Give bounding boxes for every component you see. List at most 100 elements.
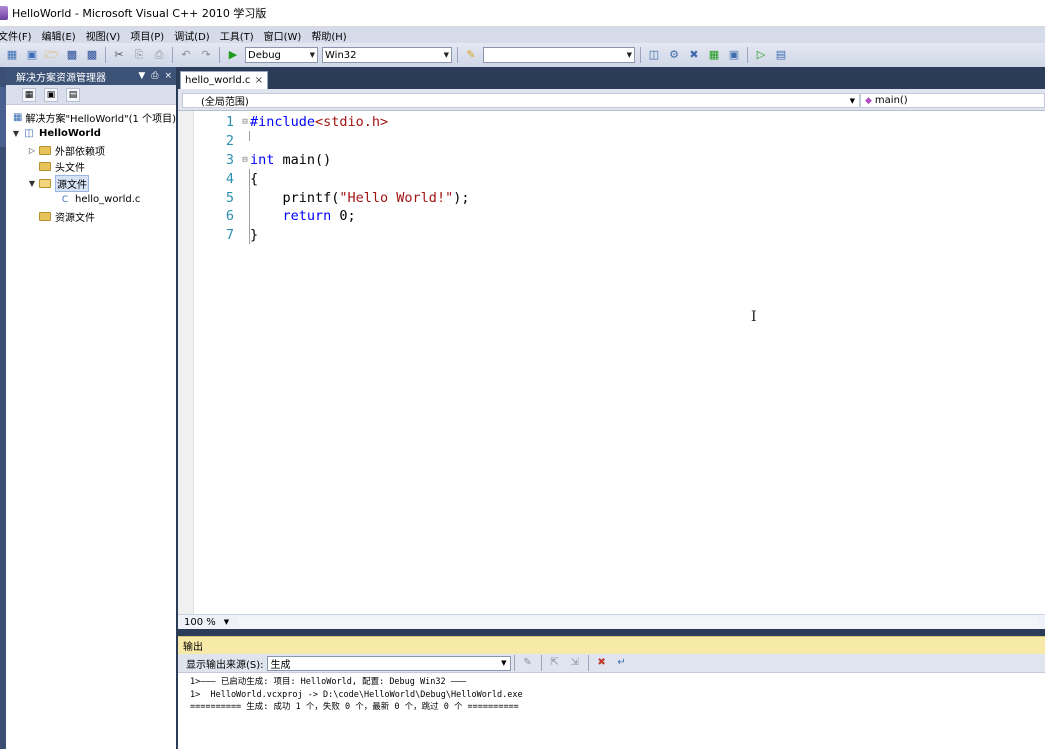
solution-explorer-panel: 解决方案资源管理器 ▼ ⎙ × ▦ ▣ ▤ ▦ 解决方案"HelloWorld"…: [6, 67, 178, 749]
menu-file[interactable]: 文件(F): [0, 28, 38, 43]
code-line: 2: [194, 132, 469, 151]
code-text: {: [250, 170, 259, 187]
tree-item-resource-files[interactable]: 资源文件: [6, 208, 176, 225]
copy-icon[interactable]: ⎘: [131, 47, 147, 63]
output-source-select[interactable]: 生成 ▼: [266, 655, 511, 671]
tree-item-header-files[interactable]: 头文件: [6, 159, 176, 176]
output-panel: 输出 显示输出来源(S): 生成 ▼ ✎ ⇱ ⇲ ✖ ↵ 1>——— 已启动生成…: [178, 636, 1045, 749]
menu-debug[interactable]: 调试(D): [174, 28, 216, 43]
tab-label: hello_world.c: [185, 75, 251, 86]
editor-status-bar: 100 % ▼: [178, 614, 1045, 629]
start-page-icon[interactable]: ▣: [726, 47, 742, 63]
tree-item-external-deps[interactable]: ▷ 外部依赖项: [6, 142, 176, 159]
code-line: 5 printf("Hello World!");: [194, 188, 470, 207]
code-line: 4 {: [194, 169, 469, 188]
menu-help[interactable]: 帮助(H): [311, 28, 352, 43]
menu-edit[interactable]: 编辑(E): [42, 28, 82, 43]
chevron-down-icon[interactable]: ▼: [138, 71, 145, 81]
toolbox-icon[interactable]: ✖: [686, 47, 702, 63]
menu-tools[interactable]: 工具(T): [220, 28, 260, 43]
horizontal-scrollbar[interactable]: [239, 616, 1040, 628]
go-to-previous-icon[interactable]: ⇱: [547, 656, 563, 671]
start-debug-icon[interactable]: ▶: [225, 47, 241, 63]
scope-select[interactable]: (全局范围) ▼: [182, 93, 860, 108]
line-number: 1: [225, 114, 234, 131]
output-text[interactable]: 1>——— 已启动生成: 项目: HelloWorld, 配置: Debug W…: [178, 673, 1045, 714]
chevron-down-icon: ▼: [223, 618, 230, 626]
find-message-icon[interactable]: ✎: [520, 656, 536, 671]
word-wrap-icon[interactable]: ↵: [614, 656, 630, 671]
code-editor[interactable]: 1 ⊟ #include <stdio.h> 2 3 ⊟ int main() 4…: [178, 111, 1045, 614]
chevron-down-icon: ▼: [501, 659, 507, 667]
properties-icon[interactable]: ▦: [22, 87, 36, 102]
keyword: return: [250, 208, 332, 225]
solution-config-select[interactable]: Debug ▼: [245, 47, 318, 63]
line-number: 7: [225, 227, 234, 244]
clear-all-icon[interactable]: ✖: [594, 656, 610, 671]
folder-icon: [38, 161, 52, 173]
tab-hello-world-c[interactable]: hello_world.c ×: [180, 71, 268, 89]
output-source-value: 生成: [270, 659, 291, 671]
tree-item-solution[interactable]: ▦ 解决方案"HelloWorld"(1 个项目): [6, 109, 176, 126]
title-bar: HelloWorld - Microsoft Visual C++ 2010 学…: [0, 0, 1045, 27]
tree-item-label: 头文件: [55, 163, 85, 175]
toolbar-separator: [540, 655, 542, 671]
solution-explorer-icon[interactable]: ◫: [646, 47, 662, 63]
save-all-icon[interactable]: ▩: [84, 47, 100, 63]
toolbar-separator: [513, 655, 515, 671]
class-view-icon[interactable]: ▦: [706, 47, 722, 63]
chevron-down-icon: ▼: [849, 96, 855, 105]
code-line: 3 ⊟ int main(): [194, 151, 469, 170]
navigation-bar: (全局范围) ▼ ◆ main(): [178, 89, 1045, 111]
find-combo[interactable]: ▼: [483, 47, 635, 63]
breakpoint-window-icon[interactable]: ▤: [773, 47, 789, 63]
tree-item-project[interactable]: ▼ ◫ HelloWorld: [6, 126, 176, 143]
code-text: printf(: [250, 189, 340, 206]
view-code-icon[interactable]: ▤: [66, 87, 80, 102]
menu-view[interactable]: 视图(V): [86, 28, 127, 43]
expand-icon[interactable]: ▷: [26, 146, 38, 155]
chevron-down-icon: ▼: [309, 51, 315, 59]
standard-toolbar: ▦ ▣ 🗁 ▩ ▩ ✂ ⎘ ⎙ ↶ ↷ ▶ Debug ▼ Win32 ▼ ✎ …: [0, 43, 1045, 67]
app-icon: [0, 6, 8, 20]
close-icon[interactable]: ×: [164, 71, 172, 81]
toolbar-separator: [640, 47, 641, 63]
collapse-icon[interactable]: ▼: [26, 179, 38, 188]
toolbar-separator: [172, 47, 173, 63]
collapse-icon[interactable]: ⊟: [240, 117, 250, 127]
redo-icon[interactable]: ↷: [198, 47, 214, 63]
cut-icon[interactable]: ✂: [111, 47, 127, 63]
pin-icon[interactable]: ⎙: [151, 71, 158, 81]
code-line: 6 return 0;: [194, 207, 469, 226]
indicator-margin[interactable]: [178, 111, 194, 614]
chevron-down-icon: ▼: [626, 51, 632, 59]
show-all-files-icon[interactable]: ▣: [44, 87, 58, 102]
tree-item-source-files[interactable]: ▼ 源文件: [6, 174, 176, 192]
collapse-icon[interactable]: ▼: [10, 129, 22, 138]
line-number: 5: [225, 189, 234, 206]
save-icon[interactable]: ▩: [64, 47, 80, 63]
new-project-icon[interactable]: ▦: [4, 47, 20, 63]
find-in-files-icon[interactable]: ✎: [463, 47, 479, 63]
add-item-icon[interactable]: ▣: [24, 47, 40, 63]
tree-item-hello-world-c[interactable]: C hello_world.c: [6, 192, 176, 209]
code-text: );: [453, 189, 470, 206]
run-icon[interactable]: ▷: [753, 47, 769, 63]
go-to-next-icon[interactable]: ⇲: [567, 656, 583, 671]
solution-explorer-header: 解决方案资源管理器 ▼ ⎙ ×: [6, 67, 176, 85]
solution-config-value: Debug: [248, 49, 281, 61]
function-select[interactable]: ◆ main(): [860, 93, 1045, 108]
zoom-value: 100 %: [184, 616, 216, 628]
menu-window[interactable]: 窗口(W): [264, 28, 308, 43]
zoom-select[interactable]: 100 % ▼: [184, 617, 229, 628]
undo-icon[interactable]: ↶: [178, 47, 194, 63]
open-folder-icon[interactable]: 🗁: [44, 47, 60, 63]
output-line: 1> HelloWorld.vcxproj -> D:\code\HelloWo…: [190, 689, 523, 700]
collapse-icon[interactable]: ⊟: [240, 155, 250, 165]
close-icon[interactable]: ×: [255, 75, 263, 86]
solution-platform-select[interactable]: Win32 ▼: [322, 47, 452, 63]
properties-icon[interactable]: ⚙: [666, 47, 682, 63]
paste-icon[interactable]: ⎙: [151, 47, 167, 63]
menu-project[interactable]: 项目(P): [130, 28, 170, 43]
open-folder-icon: [38, 177, 52, 189]
